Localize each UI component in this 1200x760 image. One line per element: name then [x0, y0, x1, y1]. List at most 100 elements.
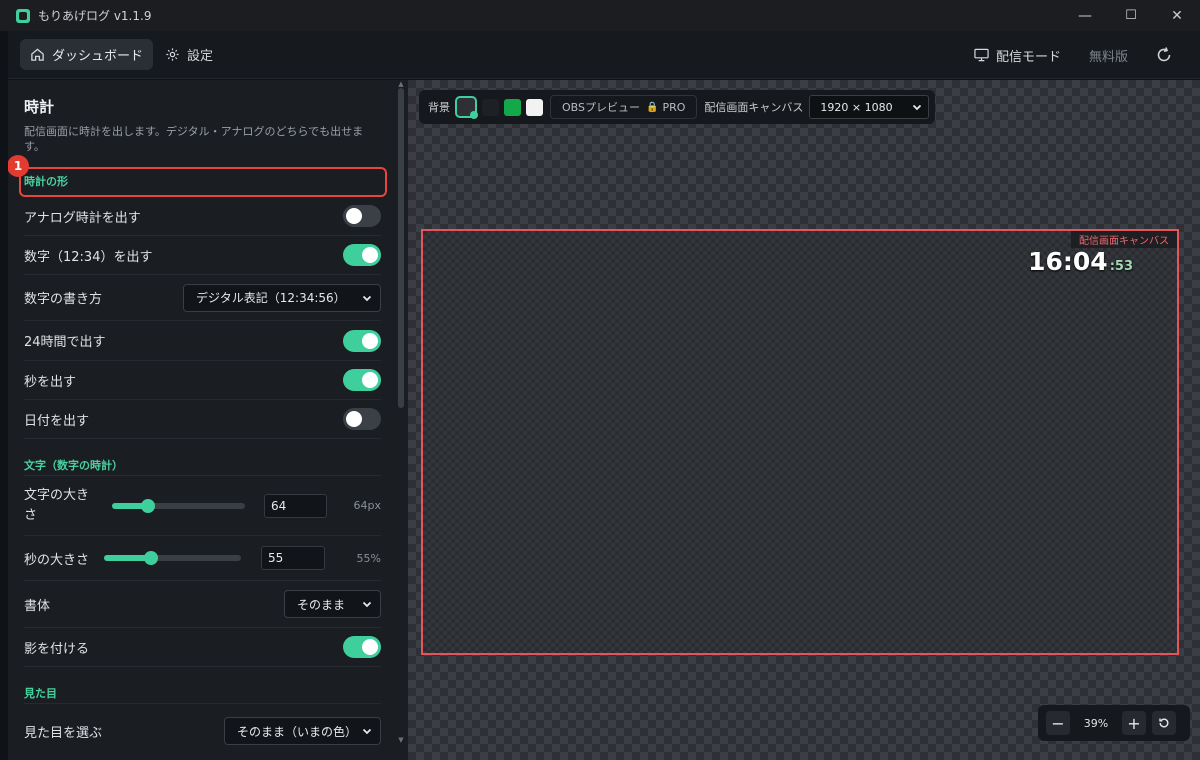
toggle-knob [346, 208, 362, 224]
chevron-down-icon [362, 295, 372, 301]
scroll-up-icon[interactable]: ▲ [398, 80, 404, 88]
row-look: 見た目を選ぶ そのまま（いまの色） [24, 710, 381, 752]
text-size-input[interactable]: 64 [264, 493, 327, 518]
zoom-out-button[interactable]: − [1046, 711, 1070, 735]
chevron-down-icon [362, 728, 372, 735]
slider-thumb[interactable] [141, 498, 155, 513]
app-header: ダッシュボード 設定 配信モード 無料版 [8, 31, 1200, 79]
subheading-appearance: 見た目 [24, 687, 57, 700]
lock-icon: 🔒 [646, 101, 659, 113]
sec-size-input[interactable]: 55 [261, 546, 325, 570]
stream-mode-label: 配信モード [995, 49, 1061, 65]
scrollbar-thumb[interactable] [398, 88, 404, 408]
analog-toggle[interactable] [343, 205, 381, 227]
settings-sidebar: 時計 配信画面に時計を出します。デジタル・アナログのどちらでも出せます。 時計の… [8, 80, 408, 760]
monitor-icon [974, 48, 989, 62]
header-actions: 配信モード 無料版 [974, 31, 1200, 79]
font-label: 書体 [24, 598, 51, 614]
obs-preview-label: OBSプレビュー [562, 101, 640, 114]
section-title: 時計 [24, 98, 55, 116]
row-text-size: 文字の大きさ 64 64px [24, 476, 381, 536]
shadow-label: 影を付ける [24, 641, 90, 657]
clock-time: 16:04 [1028, 247, 1108, 276]
toggle-knob [362, 332, 378, 349]
text-size-slider[interactable] [112, 498, 245, 513]
seconds-toggle[interactable] [343, 369, 381, 391]
look-label: 見た目を選ぶ [24, 725, 103, 741]
font-value: そのまま [297, 597, 346, 612]
hour24-label: 24時間で出す [24, 335, 106, 350]
swatch-dark[interactable] [482, 98, 499, 116]
scroll-down-icon[interactable]: ▼ [398, 736, 404, 744]
sec-size-unit: 55% [356, 551, 381, 565]
clock-seconds: :53 [1109, 259, 1133, 274]
toggle-knob [362, 247, 378, 263]
chevron-down-icon [362, 601, 372, 608]
pro-label: PRO [662, 100, 686, 114]
swatch-white[interactable] [526, 98, 543, 116]
zoom-level: 39% [1083, 716, 1109, 730]
preview-area: 背景 OBSプレビュー 🔒 PRO 配信画面キャンバス 1920 × 1080 … [408, 80, 1200, 760]
sec-size-slider[interactable] [104, 551, 241, 565]
zoom-controls: − 39% + [1038, 705, 1190, 741]
row-font: 書体 そのまま [24, 581, 381, 628]
slider-thumb[interactable] [144, 551, 158, 565]
date-label: 日付を出す [24, 413, 90, 429]
row-date: 日付を出す [24, 400, 381, 439]
shadow-toggle[interactable] [343, 636, 381, 658]
annotation-badge: 1 [8, 155, 29, 177]
maximize-button[interactable]: ☐ [1108, 0, 1154, 31]
obs-preview-button[interactable]: OBSプレビュー 🔒 PRO [550, 95, 698, 119]
plan-badge: 無料版 [1088, 49, 1128, 65]
app-title: もりあげログ v1.1.9 [38, 9, 152, 23]
row-digits: 数字（12:34）を出す [24, 236, 381, 275]
font-select[interactable]: そのまま [284, 590, 381, 618]
nav-dashboard-label: ダッシュボード [52, 49, 144, 64]
gear-icon [166, 48, 179, 61]
reset-zoom-button[interactable] [1152, 711, 1176, 735]
stream-canvas: 配信画面キャンバス 16:04 :53 [421, 229, 1179, 655]
subheading-text: 文字（数字の時計） [24, 459, 123, 472]
nav-dashboard[interactable]: ダッシュボード [20, 39, 154, 70]
stream-mode-button[interactable]: 配信モード [974, 46, 1061, 65]
zoom-in-button[interactable]: + [1122, 711, 1146, 735]
close-button[interactable]: ✕ [1154, 0, 1200, 31]
digits-toggle[interactable] [343, 244, 381, 266]
digits-label: 数字（12:34）を出す [24, 249, 153, 265]
sec-size-label: 秒の大きさ [24, 552, 90, 568]
swatch-transparent[interactable] [455, 96, 478, 119]
divider [24, 703, 381, 704]
text-size-unit: 64px [353, 499, 382, 512]
resolution-select[interactable]: 1920 × 1080 [809, 95, 930, 119]
canvas-size-label: 配信画面キャンバス [704, 101, 804, 114]
look-value: そのまま（いまの色） [237, 724, 358, 739]
window-controls: — ☐ ✕ [1062, 0, 1200, 31]
preview-toolbar: 背景 OBSプレビュー 🔒 PRO 配信画面キャンバス 1920 × 1080 [419, 90, 935, 124]
format-label: 数字の書き方 [24, 292, 103, 307]
row-format: 数字の書き方 デジタル表記（12:34:56） [24, 275, 381, 321]
section-description: 配信画面に時計を出します。デジタル・アナログのどちらでも出せます。 [24, 125, 364, 153]
toggle-knob [362, 639, 378, 655]
row-analog: アナログ時計を出す [24, 197, 381, 236]
annotation-highlight-box [19, 167, 387, 197]
chevron-down-icon [913, 104, 922, 111]
nav-settings[interactable]: 設定 [155, 39, 223, 70]
swatch-green[interactable] [504, 98, 521, 116]
seconds-label: 秒を出す [24, 374, 77, 390]
clock-overlay[interactable]: 16:04 :53 [1028, 247, 1133, 276]
app-logo-icon [16, 8, 30, 23]
row-shadow: 影を付ける [24, 628, 381, 667]
sidebar-scrollbar[interactable]: ▲ ▼ [398, 80, 404, 744]
reset-icon [1159, 718, 1169, 728]
hour24-toggle[interactable] [343, 329, 381, 352]
text-size-label: 文字の大きさ [24, 487, 90, 523]
row-24h: 24時間で出す [24, 321, 381, 361]
canvas-tag: 配信画面キャンバス [1071, 231, 1177, 248]
refresh-icon[interactable] [1154, 45, 1174, 65]
minimize-button[interactable]: — [1062, 0, 1108, 31]
look-select[interactable]: そのまま（いまの色） [224, 717, 381, 745]
date-toggle[interactable] [343, 408, 381, 430]
home-icon [31, 48, 44, 61]
format-select[interactable]: デジタル表記（12:34:56） [183, 283, 381, 312]
nav-settings-label: 設定 [187, 49, 214, 64]
